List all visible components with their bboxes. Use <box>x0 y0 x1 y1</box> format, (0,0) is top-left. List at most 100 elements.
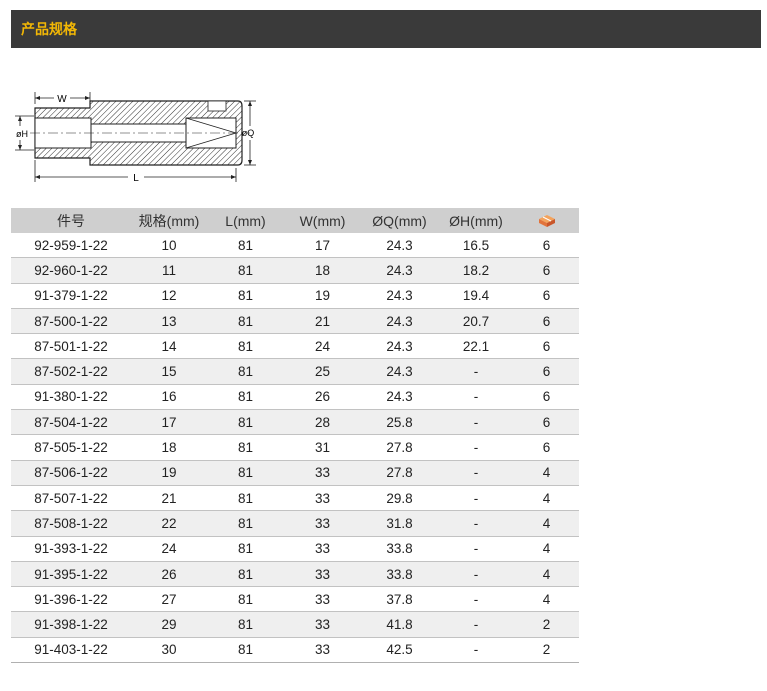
table-cell: 2 <box>514 637 579 664</box>
table-cell: 6 <box>514 358 579 385</box>
table-cell: 37.8 <box>361 586 438 613</box>
table-cell: 81 <box>207 384 284 411</box>
table-cell: 81 <box>207 358 284 385</box>
table-cell: 17 <box>131 409 207 436</box>
header-h-diameter: ØH(mm) <box>438 208 514 233</box>
table-cell: 24.3 <box>361 257 438 284</box>
table-row: 87-501-1-22 14 81 24 24.3 22.1 6 <box>11 333 579 360</box>
table-cell: 2 <box>514 611 579 638</box>
table-cell: 6 <box>514 434 579 461</box>
table-row: 91-396-1-22 27 81 33 37.8-4 <box>11 586 579 613</box>
header-q-diameter: ØQ(mm) <box>361 208 438 233</box>
table-cell: 24 <box>131 536 207 562</box>
table-cell: 19 <box>131 460 207 486</box>
table-cell: 81 <box>207 460 284 486</box>
table-cell: 24.3 <box>361 283 438 309</box>
table-row: 87-506-1-22 19 81 33 27.8-4 <box>11 460 579 486</box>
table-cell: 81 <box>207 586 284 613</box>
header-part-number: 件号 <box>11 208 131 233</box>
table-cell: 18.2 <box>438 257 514 284</box>
table-cell: 87-508-1-22 <box>11 510 131 537</box>
header-package-qty <box>514 208 579 233</box>
table-cell: 81 <box>207 434 284 461</box>
table-cell: 31 <box>284 434 361 461</box>
table-cell: 81 <box>207 561 284 588</box>
table-cell: 81 <box>207 510 284 537</box>
table-cell: 28 <box>284 409 361 436</box>
table-cell: - <box>438 510 514 537</box>
table-cell: 33 <box>284 561 361 588</box>
table-cell: 91-380-1-22 <box>11 384 131 411</box>
table-cell: 81 <box>207 333 284 360</box>
table-cell: 42.5 <box>361 637 438 664</box>
table-cell: 6 <box>514 384 579 411</box>
table-cell: - <box>438 637 514 664</box>
table-cell: 22 <box>131 510 207 537</box>
table-cell: - <box>438 409 514 436</box>
table-cell: - <box>438 434 514 461</box>
table-cell: 33 <box>284 510 361 537</box>
table-cell: 16.5 <box>438 233 514 259</box>
table-cell: 81 <box>207 283 284 309</box>
table-row: 91-380-1-22 16 81 26 24.3-6 <box>11 384 579 411</box>
section-title: 产品规格 <box>21 21 77 37</box>
table-cell: 81 <box>207 409 284 436</box>
table-cell: - <box>438 485 514 512</box>
table-cell: 91-395-1-22 <box>11 561 131 588</box>
table-cell: 14 <box>131 333 207 360</box>
table-cell: 15 <box>131 358 207 385</box>
table-cell: 4 <box>514 485 579 512</box>
table-cell: 87-507-1-22 <box>11 485 131 512</box>
table-cell: 13 <box>131 308 207 335</box>
table-cell: 16 <box>131 384 207 411</box>
table-cell: 81 <box>207 637 284 664</box>
table-header-row: 件号 规格(mm) L(mm) W(mm) ØQ(mm) ØH(mm) <box>11 208 579 233</box>
table-cell: 18 <box>131 434 207 461</box>
w-label: W <box>57 94 67 105</box>
table-cell: 26 <box>284 384 361 411</box>
table-cell: 33 <box>284 611 361 638</box>
table-cell: 4 <box>514 586 579 613</box>
table-cell: 4 <box>514 561 579 588</box>
table-cell: 4 <box>514 536 579 562</box>
table-cell: 91-396-1-22 <box>11 586 131 613</box>
table-cell: 4 <box>514 510 579 537</box>
table-row: 91-379-1-22 12 81 19 24.3 19.4 6 <box>11 283 579 309</box>
table-row: 87-502-1-22 15 81 25 24.3-6 <box>11 358 579 385</box>
table-cell: 87-506-1-22 <box>11 460 131 486</box>
table-cell: 24.3 <box>361 308 438 335</box>
table-cell: 81 <box>207 308 284 335</box>
table-cell: 33 <box>284 586 361 613</box>
table-cell: 19 <box>284 283 361 309</box>
l-label: L <box>133 173 139 184</box>
header-width: W(mm) <box>284 208 361 233</box>
table-cell: 6 <box>514 409 579 436</box>
table-row: 87-507-1-22 21 81 33 29.8-4 <box>11 485 579 512</box>
table-cell: 33 <box>284 536 361 562</box>
header-length: L(mm) <box>207 208 284 233</box>
table-cell: 27.8 <box>361 460 438 486</box>
table-cell: 81 <box>207 611 284 638</box>
h-label: øH <box>16 129 28 139</box>
table-cell: 18 <box>284 257 361 284</box>
table-cell: 87-501-1-22 <box>11 333 131 360</box>
table-cell: 4 <box>514 460 579 486</box>
table-cell: 87-502-1-22 <box>11 358 131 385</box>
table-cell: 6 <box>514 283 579 309</box>
spec-table: 件号 规格(mm) L(mm) W(mm) ØQ(mm) ØH(mm) 92-9… <box>11 208 579 664</box>
table-cell: - <box>438 561 514 588</box>
table-cell: 24.3 <box>361 358 438 385</box>
table-cell: 41.8 <box>361 611 438 638</box>
table-cell: 33 <box>284 460 361 486</box>
table-row: 92-959-1-22 10 81 17 24.3 16.5 6 <box>11 233 579 259</box>
table-row: 91-395-1-22 26 81 33 33.8-4 <box>11 561 579 588</box>
table-cell: - <box>438 611 514 638</box>
table-cell: 27.8 <box>361 434 438 461</box>
table-cell: 24.3 <box>361 333 438 360</box>
table-body: 92-959-1-22 10 81 17 24.3 16.5 6 92-960-1-22 11 8… <box>11 233 579 664</box>
table-row: 87-508-1-22 22 81 33 31.8-4 <box>11 510 579 537</box>
table-cell: 81 <box>207 257 284 284</box>
table-cell: 92-960-1-22 <box>11 257 131 284</box>
section-header: 产品规格 <box>11 10 761 48</box>
table-cell: 33 <box>284 637 361 664</box>
